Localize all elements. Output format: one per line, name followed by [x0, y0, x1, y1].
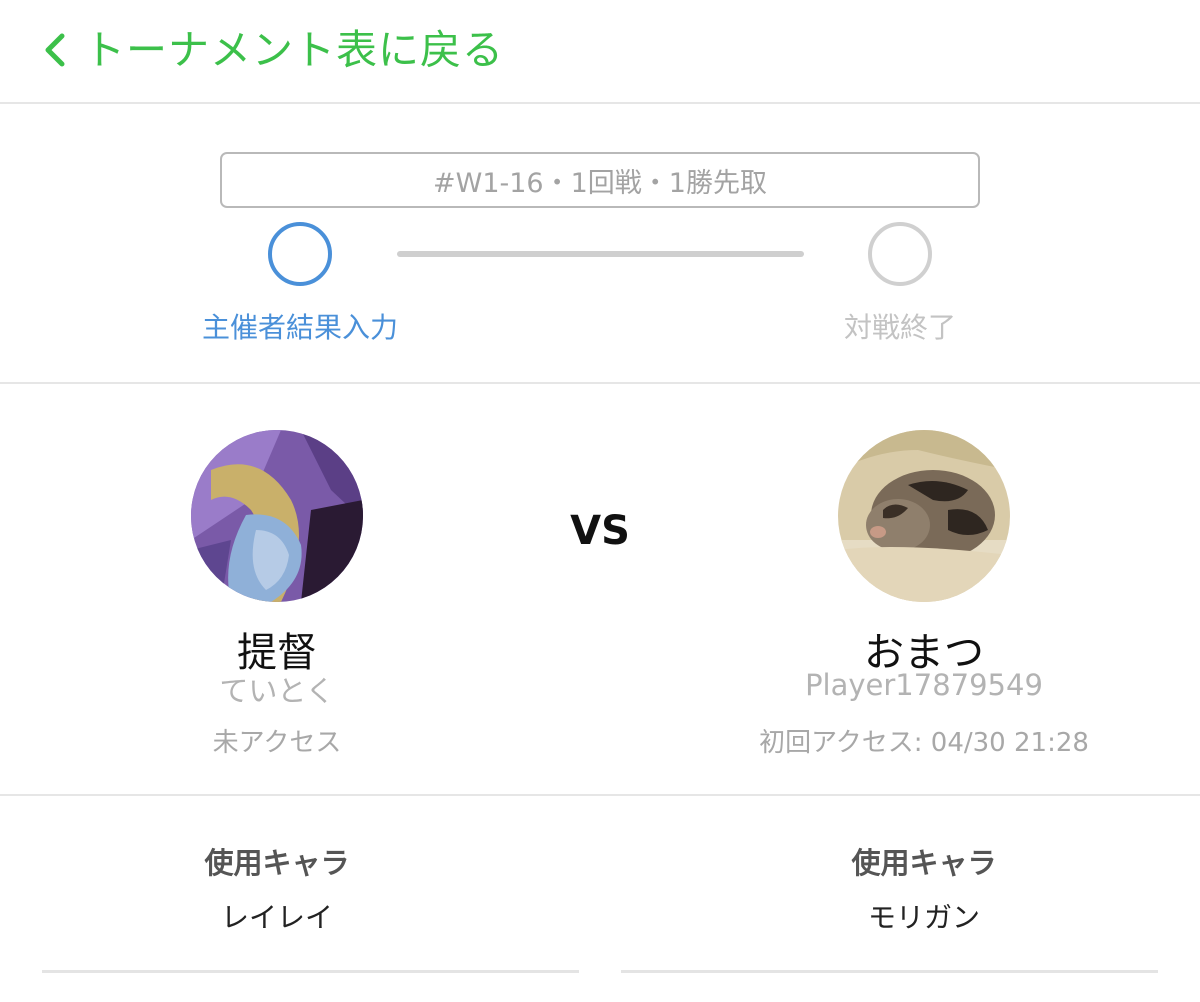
back-link-label: トーナメント表に戻る [84, 26, 504, 74]
player2-avatar-image [838, 430, 1010, 602]
step-indicator-result-entry [268, 222, 332, 286]
player1-access-status: 未アクセス [212, 728, 342, 758]
divider [621, 970, 1158, 973]
step-connector [397, 251, 804, 257]
player2-access-status: 初回アクセス: 04/30 21:28 [759, 728, 1089, 758]
player2-avatar[interactable] [838, 430, 1010, 602]
player1-avatar-image [191, 430, 363, 602]
chevron-left-icon [45, 33, 65, 67]
match-status-section: #W1-16・1回戦・1勝先取 主催者結果入力 対戦終了 [0, 106, 1200, 384]
player1-avatar[interactable] [191, 430, 363, 602]
step-indicator-match-end [868, 222, 932, 286]
player1-username: ていとく [219, 674, 335, 708]
player2-character-value: モリガン [867, 901, 980, 934]
step-label-match-end: 対戦終了 [843, 311, 956, 344]
header: トーナメント表に戻る [0, 0, 1200, 104]
player1-character-title: 使用キャラ [204, 846, 350, 880]
players-section: VS 提督 ていとく 未アクセス おまつ Player17879549 初回アク… [0, 386, 1200, 796]
step-label-result-entry: 主催者結果入力 [201, 311, 398, 344]
player2-username: Player17879549 [805, 668, 1043, 702]
characters-section: 使用キャラ レイレイ 使用キャラ モリガン [0, 798, 1200, 1002]
player2-character-title: 使用キャラ [851, 846, 997, 880]
divider [42, 970, 579, 973]
back-to-bracket-link[interactable]: トーナメント表に戻る [38, 22, 504, 78]
player1-character-value: レイレイ [220, 901, 333, 934]
vs-label: VS [570, 508, 630, 554]
match-info-box: #W1-16・1回戦・1勝先取 [220, 152, 980, 208]
